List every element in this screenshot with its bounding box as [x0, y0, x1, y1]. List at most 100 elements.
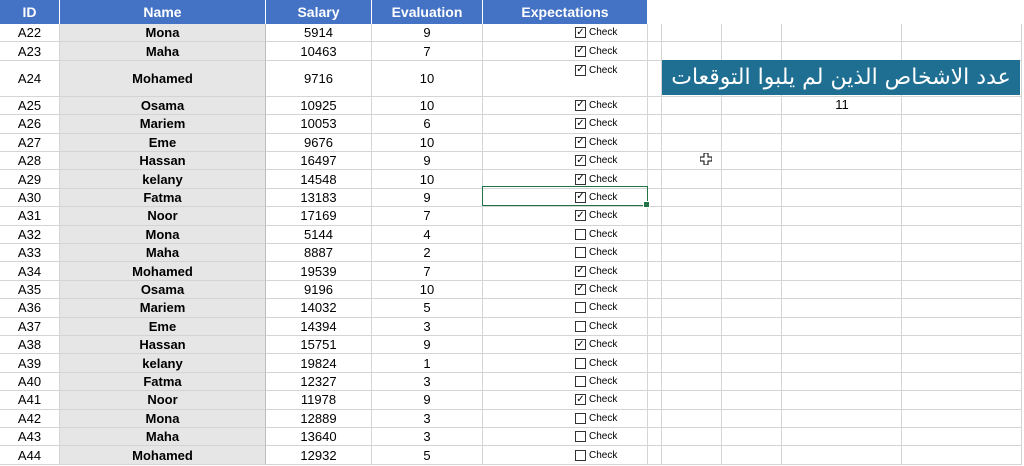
empty-cell[interactable]: [648, 133, 662, 152]
expectation-checkbox[interactable]: Check: [575, 247, 617, 259]
checkmark-icon[interactable]: ✓: [575, 265, 586, 277]
cell-id[interactable]: A29: [0, 170, 60, 189]
expectation-checkbox[interactable]: ✓ Check: [575, 136, 617, 148]
empty-cell[interactable]: [662, 96, 722, 116]
cell-evaluation[interactable]: 7: [372, 262, 483, 281]
expectation-checkbox[interactable]: ✓ Check: [575, 210, 617, 222]
cell-id[interactable]: A26: [0, 115, 60, 134]
empty-cell[interactable]: [902, 317, 1022, 336]
cell-salary[interactable]: 15751: [266, 336, 372, 355]
empty-cell[interactable]: [782, 133, 902, 152]
empty-cell[interactable]: [902, 42, 1022, 61]
cell-salary[interactable]: 5914: [266, 24, 372, 43]
empty-checkbox-icon[interactable]: [575, 449, 586, 461]
cell-evaluation[interactable]: 9: [372, 152, 483, 171]
empty-cell[interactable]: [902, 336, 1022, 355]
empty-cell[interactable]: [662, 244, 722, 263]
cell-id[interactable]: A25: [0, 96, 60, 116]
cell-id[interactable]: A35: [0, 280, 60, 300]
expectation-checkbox[interactable]: Check: [575, 412, 617, 424]
empty-cell[interactable]: [648, 170, 662, 189]
cell-evaluation[interactable]: 10: [372, 280, 483, 300]
cell-id[interactable]: A31: [0, 207, 60, 226]
cell-name[interactable]: Eme: [60, 317, 266, 336]
expectation-checkbox[interactable]: ✓ Check: [575, 394, 617, 406]
cell-id[interactable]: A42: [0, 409, 60, 428]
cell-evaluation[interactable]: 9: [372, 391, 483, 410]
cell-name[interactable]: Osama: [60, 96, 266, 116]
empty-cell[interactable]: [902, 409, 1022, 428]
empty-cell[interactable]: [662, 391, 722, 410]
empty-cell[interactable]: [782, 280, 902, 300]
cell-salary[interactable]: 8887: [266, 244, 372, 263]
cell-name[interactable]: Noor: [60, 391, 266, 410]
cell-evaluation[interactable]: 10: [372, 170, 483, 189]
expectation-checkbox[interactable]: ✓ Check: [575, 283, 617, 295]
empty-cell[interactable]: [648, 96, 662, 116]
cell-expectations[interactable]: ✓ Check: [483, 152, 648, 171]
empty-cell[interactable]: [782, 299, 902, 318]
empty-cell[interactable]: [722, 133, 782, 152]
empty-checkbox-icon[interactable]: [575, 247, 586, 259]
empty-cell[interactable]: [902, 372, 1022, 392]
cell-expectations[interactable]: Check: [483, 225, 648, 244]
empty-cell[interactable]: [722, 280, 782, 300]
cell-id[interactable]: A28: [0, 152, 60, 171]
empty-cell[interactable]: [902, 446, 1022, 465]
cell-expectations[interactable]: Check: [483, 372, 648, 392]
expectation-checkbox[interactable]: Check: [575, 228, 617, 240]
cell-expectations[interactable]: ✓ Check: [483, 60, 648, 97]
empty-cell[interactable]: [722, 24, 782, 43]
empty-cell[interactable]: [648, 225, 662, 244]
empty-cell[interactable]: [722, 207, 782, 226]
cell-expectations[interactable]: Check: [483, 354, 648, 373]
empty-cell[interactable]: [722, 115, 782, 134]
empty-cell[interactable]: [722, 262, 782, 281]
empty-cell[interactable]: [722, 354, 782, 373]
cell-evaluation[interactable]: 3: [372, 372, 483, 392]
empty-cell[interactable]: [782, 115, 902, 134]
empty-cell[interactable]: [662, 299, 722, 318]
cell-name[interactable]: Mariem: [60, 115, 266, 134]
cell-id[interactable]: A43: [0, 428, 60, 447]
empty-cell[interactable]: [662, 409, 722, 428]
empty-cell[interactable]: [902, 207, 1022, 226]
cell-name[interactable]: Mona: [60, 409, 266, 428]
cell-id[interactable]: A30: [0, 188, 60, 208]
cell-name[interactable]: Eme: [60, 133, 266, 152]
empty-cell[interactable]: [722, 244, 782, 263]
empty-cell[interactable]: [902, 133, 1022, 152]
expectation-checkbox[interactable]: ✓ Check: [575, 45, 617, 57]
empty-cell[interactable]: [722, 96, 782, 116]
cell-name[interactable]: Mohamed: [60, 446, 266, 465]
expectation-checkbox[interactable]: ✓ Check: [575, 27, 617, 39]
expectation-checkbox[interactable]: ✓ Check: [575, 99, 617, 111]
empty-cell[interactable]: [782, 446, 902, 465]
cell-salary[interactable]: 14548: [266, 170, 372, 189]
empty-cell[interactable]: [722, 409, 782, 428]
cell-evaluation[interactable]: 5: [372, 446, 483, 465]
expectation-checkbox[interactable]: ✓ Check: [575, 64, 617, 76]
expectation-checkbox[interactable]: Check: [575, 431, 617, 443]
unmet-expectations-count[interactable]: 11: [782, 96, 902, 112]
cell-id[interactable]: A37: [0, 317, 60, 336]
empty-cell[interactable]: [902, 152, 1022, 171]
cell-expectations[interactable]: Check: [483, 317, 648, 336]
empty-cell[interactable]: [722, 225, 782, 244]
cell-expectations[interactable]: Check: [483, 428, 648, 447]
cell-expectations[interactable]: ✓ Check: [483, 133, 648, 152]
empty-cell[interactable]: [648, 409, 662, 428]
cell-expectations[interactable]: Check: [483, 244, 648, 263]
empty-checkbox-icon[interactable]: [575, 431, 586, 443]
empty-cell[interactable]: [722, 188, 782, 208]
cell-expectations[interactable]: ✓ Check: [483, 24, 648, 43]
empty-cell[interactable]: [648, 60, 662, 97]
empty-cell[interactable]: [662, 24, 722, 43]
empty-cell[interactable]: [782, 391, 902, 410]
cell-id[interactable]: A34: [0, 262, 60, 281]
empty-cell[interactable]: [782, 170, 902, 189]
cell-evaluation[interactable]: 3: [372, 409, 483, 428]
checkmark-icon[interactable]: ✓: [575, 173, 586, 185]
empty-cell[interactable]: [902, 188, 1022, 208]
cell-name[interactable]: Hassan: [60, 336, 266, 355]
